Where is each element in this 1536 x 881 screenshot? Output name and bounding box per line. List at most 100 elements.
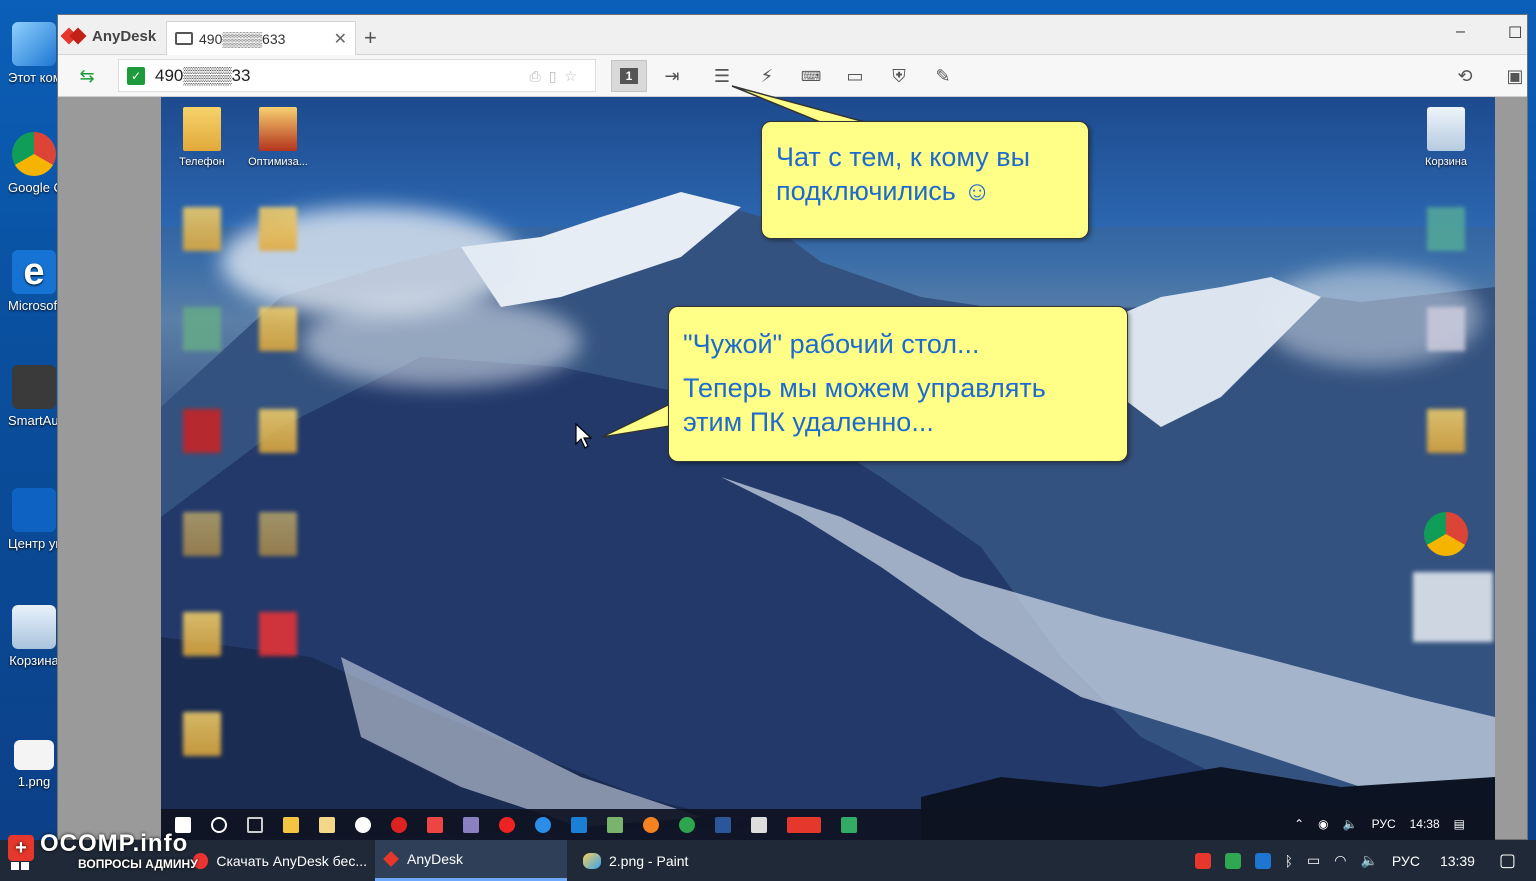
folder-icon — [183, 712, 221, 756]
remote-icon-optimize[interactable]: Оптимиза... — [243, 107, 313, 169]
watermark-plus-icon: + — [8, 835, 34, 861]
desktop-icon-1png[interactable]: 1.png — [8, 740, 60, 792]
bluetooth-icon[interactable]: ᛒ — [1285, 853, 1293, 869]
opera-icon[interactable] — [499, 817, 515, 833]
language-indicator[interactable]: РУС — [1392, 853, 1420, 869]
remote-icon-blurred[interactable] — [243, 409, 313, 457]
address-actions[interactable]: ⎙▯☆ — [530, 68, 585, 85]
remote-clock[interactable]: 14:38 — [1410, 817, 1440, 831]
anydesk-brand[interactable]: AnyDesk — [62, 23, 156, 49]
notifications-icon[interactable]: ▤ — [1454, 817, 1465, 831]
chrome-icon[interactable] — [679, 817, 695, 833]
save-icon[interactable] — [751, 817, 767, 833]
remote-icon-blurred[interactable] — [1411, 307, 1481, 355]
maximize-button[interactable]: ☐ — [1508, 23, 1522, 43]
network-icon[interactable]: ◉ — [1318, 817, 1328, 831]
actions-lightning-icon[interactable]: ⚡ — [754, 63, 780, 89]
remote-icon-phone[interactable]: Телефон — [167, 107, 237, 169]
security-shield-icon[interactable] — [1224, 852, 1241, 869]
save-icon[interactable]: ▣ — [1502, 63, 1528, 89]
folder-icon — [1427, 409, 1465, 453]
app-icon[interactable] — [463, 817, 479, 833]
desktop-icon-smartaudio[interactable]: SmartAudio — [8, 365, 60, 431]
computer-icon — [12, 22, 56, 66]
desktop-icon-label: SmartAudio — [8, 413, 60, 428]
remote-icon-blurred[interactable] — [167, 612, 237, 660]
firefox-icon[interactable] — [643, 817, 659, 833]
folder-icon — [259, 107, 297, 151]
image-viewer-icon[interactable] — [607, 817, 623, 833]
tray-chevron-icon[interactable]: ⌃ — [1294, 817, 1304, 831]
taskbar-task-paint[interactable]: 2.png - Paint — [575, 840, 775, 881]
clock[interactable]: 13:39 — [1440, 853, 1475, 869]
battery-icon[interactable]: ▭ — [1307, 852, 1320, 869]
remote-icon-blurred[interactable] — [167, 409, 237, 457]
chat-icon[interactable]: ☰ — [709, 63, 735, 89]
toolbar: ⇆ ✓ 490▒▒▒▒33 ⎙▯☆ 1 ⇥ ☰ ⚡ ⌨ ▭ ⛨ ✎ ⟲ ▣ — [58, 55, 1527, 97]
explorer-icon[interactable] — [283, 817, 299, 833]
privacy-shield-icon[interactable]: ⛨ — [886, 63, 912, 89]
close-tab-icon[interactable]: ✕ — [334, 29, 347, 49]
word-icon[interactable] — [715, 817, 731, 833]
camera-icon[interactable] — [427, 817, 443, 833]
taskbar-task-browser[interactable]: Скачать AnyDesk бес... — [185, 840, 375, 881]
remote-icon-blurred[interactable] — [1411, 572, 1495, 646]
address-bar[interactable]: ✓ 490▒▒▒▒33 ⎙▯☆ — [118, 59, 596, 92]
taskbar-task-anydesk[interactable]: AnyDesk — [375, 840, 567, 881]
draw-pen-icon[interactable]: ✎ — [930, 63, 956, 89]
volume-icon[interactable]: 🔈 — [1360, 852, 1377, 869]
desktop-callout-line2: Теперь мы можем управлять — [683, 373, 1046, 403]
remote-icon-label: Телефон — [179, 156, 225, 168]
remote-icon-blurred[interactable] — [1411, 409, 1481, 457]
task-view-icon[interactable] — [247, 817, 263, 833]
desktop-icon-this-pc[interactable]: Этот компьютер — [8, 22, 60, 88]
switch-sides-icon[interactable]: ⇥ — [659, 63, 685, 89]
mouse-cursor-icon — [575, 423, 593, 449]
volume-icon[interactable]: 🔈 — [1343, 817, 1358, 831]
wifi-icon[interactable]: ◠ — [1334, 852, 1346, 869]
remote-icon-blurred[interactable] — [243, 612, 313, 660]
desktop-icon-control-center[interactable]: Центр управления — [8, 488, 60, 554]
keyboard-icon[interactable]: ⌨ — [798, 63, 824, 89]
desktop-icon-chrome[interactable]: Google Chrome — [8, 132, 60, 198]
anydesk-tray-icon[interactable] — [1194, 852, 1211, 869]
desktop-callout-line3: этим ПК удаленно... — [683, 407, 934, 437]
minimize-button[interactable]: – — [1456, 23, 1465, 41]
media-icon[interactable] — [355, 817, 371, 833]
remote-icon-blurred[interactable] — [167, 712, 237, 760]
watermark-main: OCOMP.info — [40, 830, 189, 858]
remote-icon-chrome[interactable] — [1411, 512, 1481, 560]
session-tab[interactable]: 490▒▒▒▒633 ✕ — [166, 21, 356, 55]
desktop-icon-edge[interactable]: e Microsoft Edge — [8, 250, 60, 316]
ie-icon[interactable] — [535, 817, 551, 833]
desktop-icon-label: Центр управления — [8, 536, 60, 551]
files-icon[interactable] — [319, 817, 335, 833]
remote-icon-blurred[interactable] — [1411, 207, 1481, 255]
paint-icon[interactable] — [841, 817, 857, 833]
remote-icon-blurred[interactable] — [243, 307, 313, 355]
skype-icon[interactable] — [571, 817, 587, 833]
remote-icon-recycle-bin[interactable]: Корзина — [1411, 107, 1481, 169]
display-icon[interactable]: ▭ — [842, 63, 868, 89]
update-icon[interactable] — [1254, 852, 1271, 869]
local-tray: ᛒ ▭ ◠ 🔈 РУС 13:39 ▢ — [1194, 840, 1536, 881]
new-tab-button[interactable]: + — [364, 25, 377, 51]
yandex-icon[interactable] — [391, 817, 407, 833]
app-icon — [183, 307, 221, 351]
desktop-icon-recycle-bin[interactable]: Корзина — [8, 605, 60, 671]
history-icon[interactable]: ⟲ — [1452, 63, 1478, 89]
remote-icon-blurred[interactable] — [243, 207, 313, 255]
monitor-select-button[interactable]: 1 — [611, 60, 647, 92]
notifications-icon[interactable]: ▢ — [1499, 850, 1516, 871]
remote-icon-blurred[interactable] — [167, 307, 237, 355]
desktop-icon-label: Этот компьютер — [8, 70, 60, 85]
connection-status-icon[interactable]: ⇆ — [74, 63, 100, 89]
cloud — [301, 297, 581, 387]
search-icon[interactable] — [211, 817, 227, 833]
watermark-sub: ВОПРОСЫ АДМИНУ — [78, 857, 198, 871]
remote-icon-blurred[interactable] — [243, 512, 313, 560]
anydesk-taskbar-icon[interactable] — [787, 817, 821, 833]
remote-language[interactable]: РУС — [1372, 817, 1396, 831]
remote-icon-blurred[interactable] — [167, 207, 237, 255]
remote-icon-blurred[interactable] — [167, 512, 237, 560]
